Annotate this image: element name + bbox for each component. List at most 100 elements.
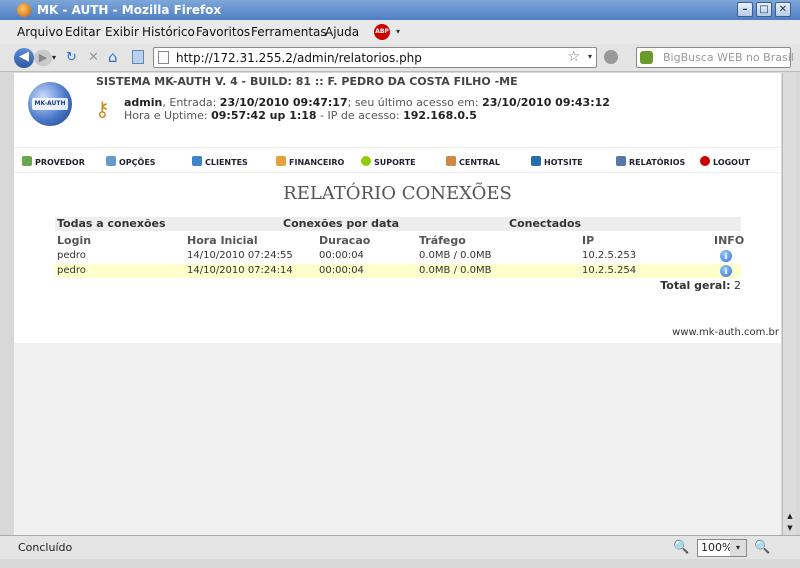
menu-provedor[interactable]: PROVEDOR <box>22 156 85 167</box>
cell-hora: 14/10/2010 07:24:55 <box>187 250 293 261</box>
col-hora-inicial: Hora Inicial <box>187 234 258 247</box>
menu-hotsite-label: HOTSITE <box>544 158 583 167</box>
entrada-label: , Entrada: <box>162 96 220 109</box>
table-row: pedro 14/10/2010 07:24:14 00:00:04 0.0MB… <box>55 264 741 278</box>
menu-ajuda[interactable]: Ajuda <box>325 25 359 39</box>
total-label: Total geral: <box>660 279 731 292</box>
menu-historico[interactable]: Histórico <box>142 25 195 39</box>
window-titlebar: MK - AUTH - Mozilla Firefox – □ ✕ <box>0 0 800 20</box>
back-button[interactable]: ◀ <box>14 48 34 68</box>
total-geral: Total geral: 2 <box>660 279 741 292</box>
admin-user: admin <box>124 96 163 109</box>
maximize-button[interactable]: □ <box>756 2 772 17</box>
menu-clientes[interactable]: CLIENTES <box>192 156 248 167</box>
search-box[interactable]: BigBusca WEB no Brasil <box>636 47 794 68</box>
relatorios-icon <box>616 156 626 166</box>
search-input[interactable]: BigBusca WEB no Brasil <box>663 51 794 64</box>
url-dropdown-icon[interactable]: ▾ <box>588 52 592 61</box>
reload-icon[interactable]: ↻ <box>66 49 77 67</box>
menu-hotsite[interactable]: HOTSITE <box>531 156 583 167</box>
ultimo-value: 23/10/2010 09:43:12 <box>482 96 610 109</box>
menu-central-label: CENTRAL <box>459 158 500 167</box>
tab-conexoes-por-data[interactable]: Conexões por data <box>283 217 399 230</box>
menu-financeiro-label: FINANCEIRO <box>289 158 345 167</box>
vertical-scrollbar[interactable]: ▲ ▼ <box>782 73 796 535</box>
menu-opcoes[interactable]: OPÇÕES <box>106 156 156 167</box>
page-title: RELATÓRIO CONEXÕES <box>283 183 512 204</box>
url-text[interactable]: http://172.31.255.2/admin/relatorios.php <box>176 51 422 65</box>
zoom-dropdown-icon[interactable]: ▾ <box>730 540 746 556</box>
history-dropdown-icon[interactable]: ▾ <box>52 49 56 67</box>
ip-value: 192.168.0.5 <box>403 109 477 122</box>
scroll-down-icon[interactable]: ▼ <box>784 522 796 534</box>
info-icon[interactable]: i <box>720 265 732 277</box>
col-duracao: Duracao <box>319 234 371 247</box>
menu-central[interactable]: CENTRAL <box>446 156 500 167</box>
financeiro-icon <box>276 156 286 166</box>
menu-favoritos[interactable]: Favoritos <box>196 25 250 39</box>
close-window-button[interactable]: ✕ <box>775 2 791 17</box>
stop-icon[interactable]: ✕ <box>88 49 99 67</box>
firefox-icon <box>17 3 31 17</box>
system-name: SISTEMA MK-AUTH V. 4 - BUILD: 81 :: F. P… <box>96 75 518 88</box>
adblock-icon[interactable]: ABP <box>374 24 390 40</box>
menu-editar[interactable]: Editar <box>65 25 101 39</box>
minimize-button[interactable]: – <box>737 2 753 17</box>
col-ip: IP <box>582 234 595 247</box>
opcoes-icon <box>106 156 116 166</box>
footer-link[interactable]: www.mk-auth.com.br <box>672 327 779 338</box>
adblock-dropdown-icon[interactable]: ▾ <box>396 27 400 36</box>
session-info: admin, Entrada: 23/10/2010 09:47:17; seu… <box>124 96 610 109</box>
menu-provedor-label: PROVEDOR <box>35 158 85 167</box>
menu-financeiro[interactable]: FINANCEIRO <box>276 156 344 167</box>
page-viewport: MK-AUTH SISTEMA MK-AUTH V. 4 - BUILD: 81… <box>14 73 781 535</box>
cell-login: pedro <box>57 265 86 276</box>
search-engine-icon[interactable] <box>640 51 653 64</box>
cell-duracao: 00:00:04 <box>319 250 364 261</box>
bookmark-star-icon[interactable]: ☆ <box>567 49 580 65</box>
menu-opcoes-label: OPÇÕES <box>119 158 156 167</box>
addon-icon[interactable] <box>604 50 618 64</box>
zoom-select[interactable]: 100% ▾ <box>697 539 747 557</box>
menu-exibir[interactable]: Exibir <box>105 25 139 39</box>
menu-arquivo[interactable]: Arquivo <box>17 25 63 39</box>
uptime-info: Hora e Uptime: 09:57:42 up 1:18 - IP de … <box>124 109 477 122</box>
logo-text: MK-AUTH <box>32 98 68 110</box>
home-icon[interactable]: ⌂ <box>108 48 118 66</box>
address-bar[interactable]: http://172.31.255.2/admin/relatorios.php… <box>153 47 597 68</box>
zoom-in-icon[interactable]: 🔍 <box>754 540 770 555</box>
window-title: MK - AUTH - Mozilla Firefox <box>37 3 222 17</box>
cell-ip: 10.2.5.253 <box>582 250 637 261</box>
ultimo-label: ; seu último acesso em: <box>347 96 483 109</box>
tab-todas-conexoes[interactable]: Todas a conexões <box>57 217 166 230</box>
menu-logout[interactable]: LOGOUT <box>700 156 750 167</box>
mk-auth-logo: MK-AUTH <box>28 82 72 126</box>
scroll-up-icon[interactable]: ▲ <box>784 510 796 522</box>
total-value: 2 <box>734 279 741 292</box>
table-row: pedro 14/10/2010 07:24:55 00:00:04 0.0MB… <box>55 249 741 263</box>
page-icon <box>132 50 144 64</box>
suporte-icon <box>361 156 371 166</box>
menu-logout-label: LOGOUT <box>713 158 750 167</box>
zoom-out-icon[interactable]: 🔍 <box>673 540 689 555</box>
zoom-value: 100% <box>701 541 733 554</box>
menu-suporte[interactable]: SUPORTE <box>361 156 416 167</box>
uptime-label: Hora e Uptime: <box>124 109 212 122</box>
status-bar: Concluído 🔍 100% ▾ 🔍 <box>0 535 800 559</box>
menu-ferramentas[interactable]: Ferramentas <box>251 25 327 39</box>
cell-duracao: 00:00:04 <box>319 265 364 276</box>
cell-trafego: 0.0MB / 0.0MB <box>419 250 492 261</box>
site-icon <box>158 51 169 64</box>
menu-relatorios-label: RELATÓRIOS <box>629 158 686 167</box>
provedor-icon <box>22 156 32 166</box>
cell-hora: 14/10/2010 07:24:14 <box>187 265 293 276</box>
info-icon[interactable]: i <box>720 250 732 262</box>
menu-relatorios[interactable]: RELATÓRIOS <box>616 156 685 167</box>
col-login: Login <box>57 234 92 247</box>
tab-conectados[interactable]: Conectados <box>509 217 581 230</box>
forward-button[interactable]: ▶ <box>34 50 52 66</box>
ip-label: - IP de acesso: <box>316 109 404 122</box>
menu-clientes-label: CLIENTES <box>205 158 248 167</box>
hotsite-icon <box>531 156 541 166</box>
uptime-value: 09:57:42 up 1:18 <box>211 109 317 122</box>
